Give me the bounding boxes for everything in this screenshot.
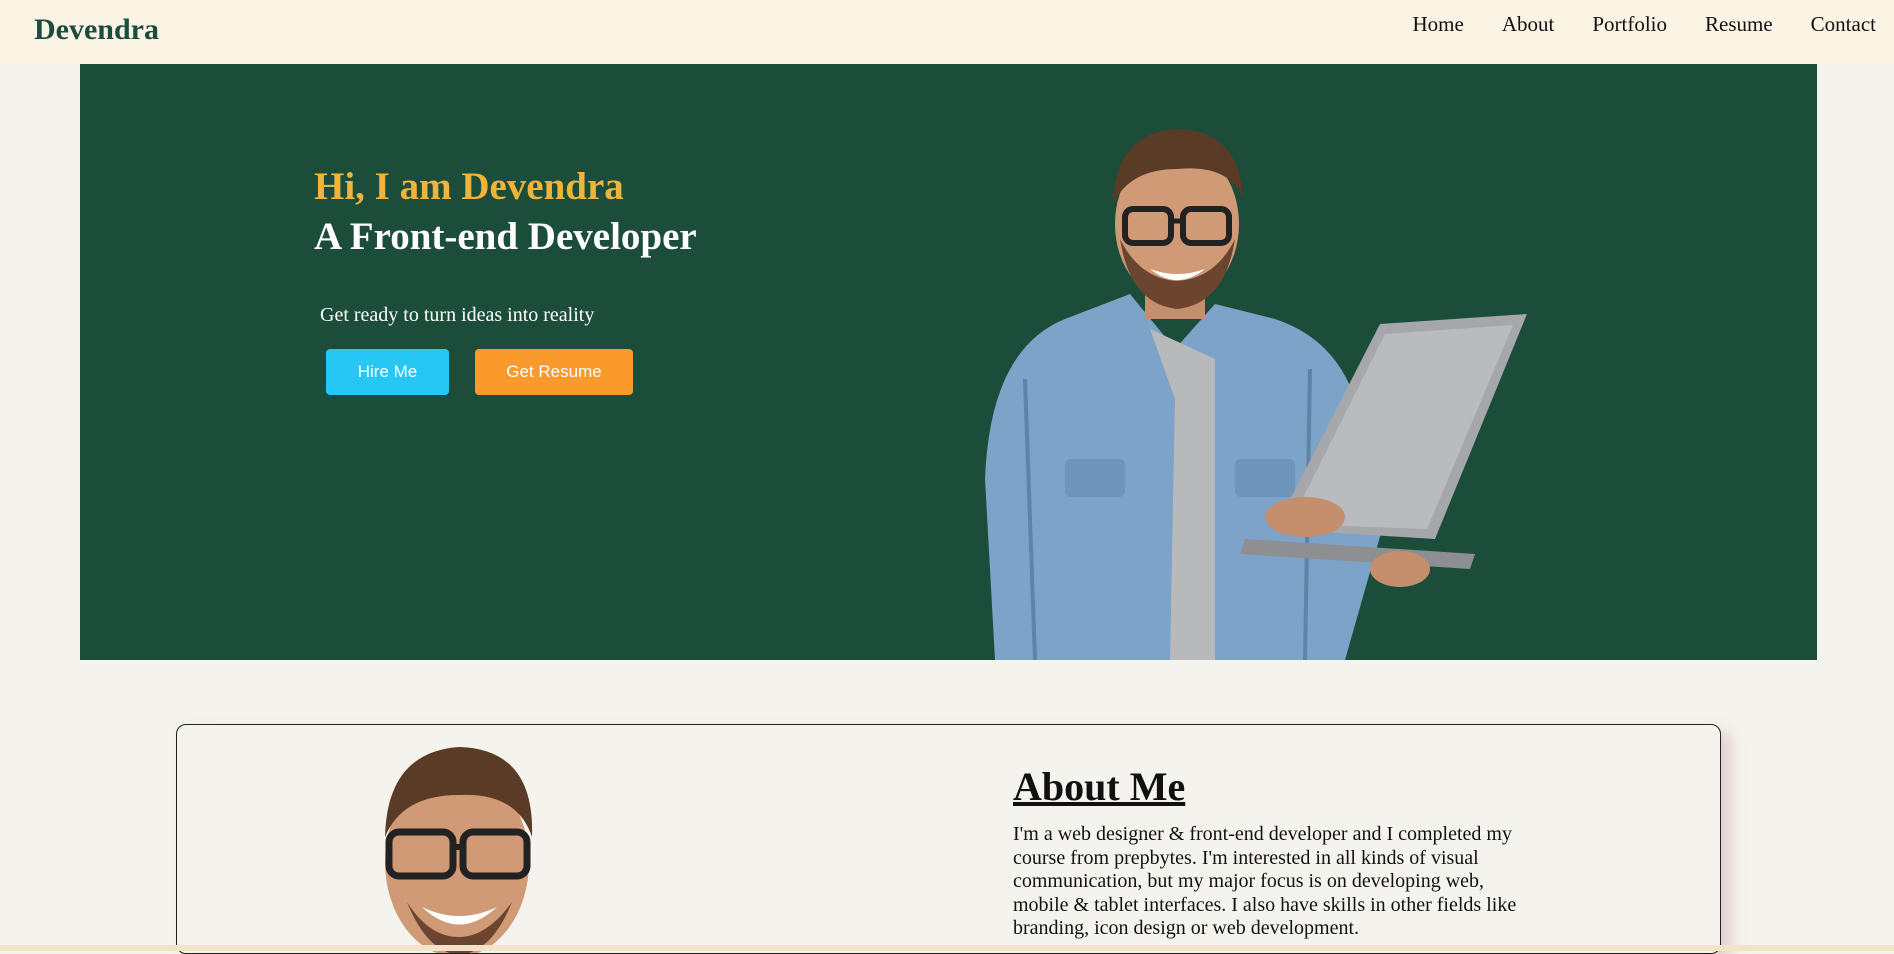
about-card: About Me I'm a web designer & front-end … <box>176 724 1721 954</box>
page-bottom-edge <box>0 945 1894 951</box>
developer-photo <box>985 129 1527 660</box>
nav-home[interactable]: Home <box>1413 12 1464 37</box>
nav-contact[interactable]: Contact <box>1811 12 1876 37</box>
main-nav: Home About Portfolio Resume Contact <box>1413 12 1876 37</box>
hero-role: A Front-end Developer <box>314 215 697 258</box>
hire-me-button[interactable]: Hire Me <box>326 349 449 395</box>
about-description: I'm a web designer & front-end developer… <box>1013 823 1517 939</box>
hero-greeting: Hi, I am Devendra <box>314 165 624 208</box>
about-portrait-photo <box>385 747 533 953</box>
about-title: About Me <box>1013 764 1186 809</box>
get-resume-button[interactable]: Get Resume <box>475 349 633 395</box>
nav-resume[interactable]: Resume <box>1705 12 1773 37</box>
top-navbar: Devendra Home About Portfolio Resume Con… <box>0 0 1894 64</box>
nav-portfolio[interactable]: Portfolio <box>1592 12 1667 37</box>
nav-about[interactable]: About <box>1502 12 1555 37</box>
hero-tagline: Get ready to turn ideas into reality <box>320 304 595 326</box>
brand-logo[interactable]: Devendra <box>34 13 159 47</box>
hero-section: Hi, I am Devendra A Front-end Developer … <box>80 64 1817 660</box>
